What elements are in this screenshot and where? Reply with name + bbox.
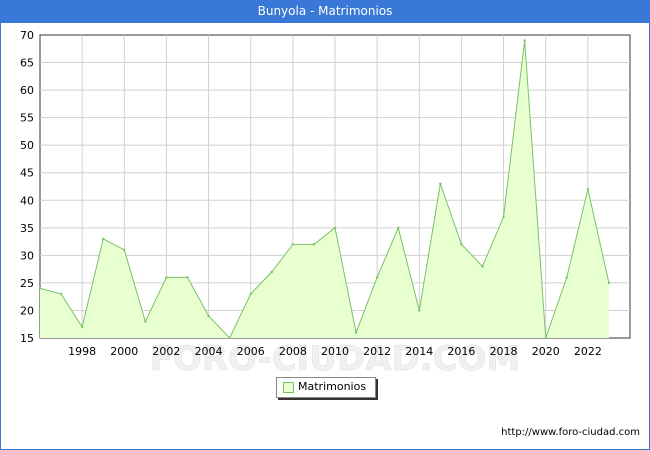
data-point (186, 276, 189, 279)
data-point (123, 248, 126, 252)
legend-swatch (283, 382, 294, 393)
legend: Matrimonios (276, 377, 376, 398)
x-tick-label: 2014 (405, 345, 433, 358)
x-tick-label: 2002 (152, 345, 180, 358)
data-point (333, 226, 337, 230)
x-tick-label: 2000 (110, 345, 138, 358)
data-point (523, 39, 526, 42)
data-point (312, 243, 316, 246)
data-point (544, 336, 547, 340)
x-tick-label: 2010 (321, 345, 349, 358)
data-point (375, 276, 379, 279)
data-point (502, 215, 505, 218)
data-point (586, 188, 590, 191)
data-point (228, 336, 231, 340)
x-tick-label: 2022 (574, 345, 602, 358)
data-point (607, 281, 611, 285)
data-point (354, 331, 358, 334)
data-point (38, 287, 42, 290)
x-tick-label: 2008 (279, 345, 307, 358)
data-point (249, 292, 252, 296)
data-point (59, 292, 63, 296)
data-point (397, 226, 400, 230)
x-tick-label: 2016 (447, 345, 475, 358)
data-point (207, 314, 210, 318)
data-point (144, 320, 147, 323)
y-tick-label: 35 (20, 222, 34, 235)
data-point (80, 325, 84, 329)
x-axis-ticks: 1998 2000 2002 2004 2006 2008 2010 2012 2014 2016… (68, 345, 602, 358)
data-point (418, 309, 421, 312)
y-tick-label: 15 (20, 332, 34, 345)
y-tick-label: 40 (20, 194, 34, 207)
y-tick-label: 50 (20, 139, 34, 152)
y-tick-label: 45 (20, 167, 34, 180)
x-tick-label: 2004 (195, 345, 223, 358)
x-tick-label: 2018 (490, 345, 518, 358)
y-tick-label: 65 (20, 57, 34, 70)
x-tick-label: 2020 (532, 345, 560, 358)
data-point (165, 276, 168, 279)
x-tick-label: 2006 (237, 345, 265, 358)
data-point (481, 265, 484, 268)
data-point (565, 276, 568, 279)
y-tick-label: 25 (20, 277, 34, 290)
legend-label: Matrimonios (298, 380, 367, 393)
source-link[interactable]: http://www.foro-ciudad.com (501, 427, 640, 438)
y-tick-label: 30 (20, 249, 34, 262)
x-tick-label: 2012 (363, 345, 391, 358)
data-point (439, 182, 442, 185)
data-point (291, 243, 295, 246)
data-point (102, 237, 105, 241)
y-tick-label: 55 (20, 112, 34, 125)
y-axis-ticks: 15 20 25 30 35 40 45 50 55 60 65 70 (20, 29, 34, 345)
data-point (460, 243, 463, 246)
y-tick-label: 70 (20, 29, 34, 42)
x-tick-label: 1998 (68, 345, 96, 358)
data-point (270, 270, 273, 274)
y-tick-label: 20 (20, 304, 34, 317)
y-tick-label: 60 (20, 84, 34, 97)
